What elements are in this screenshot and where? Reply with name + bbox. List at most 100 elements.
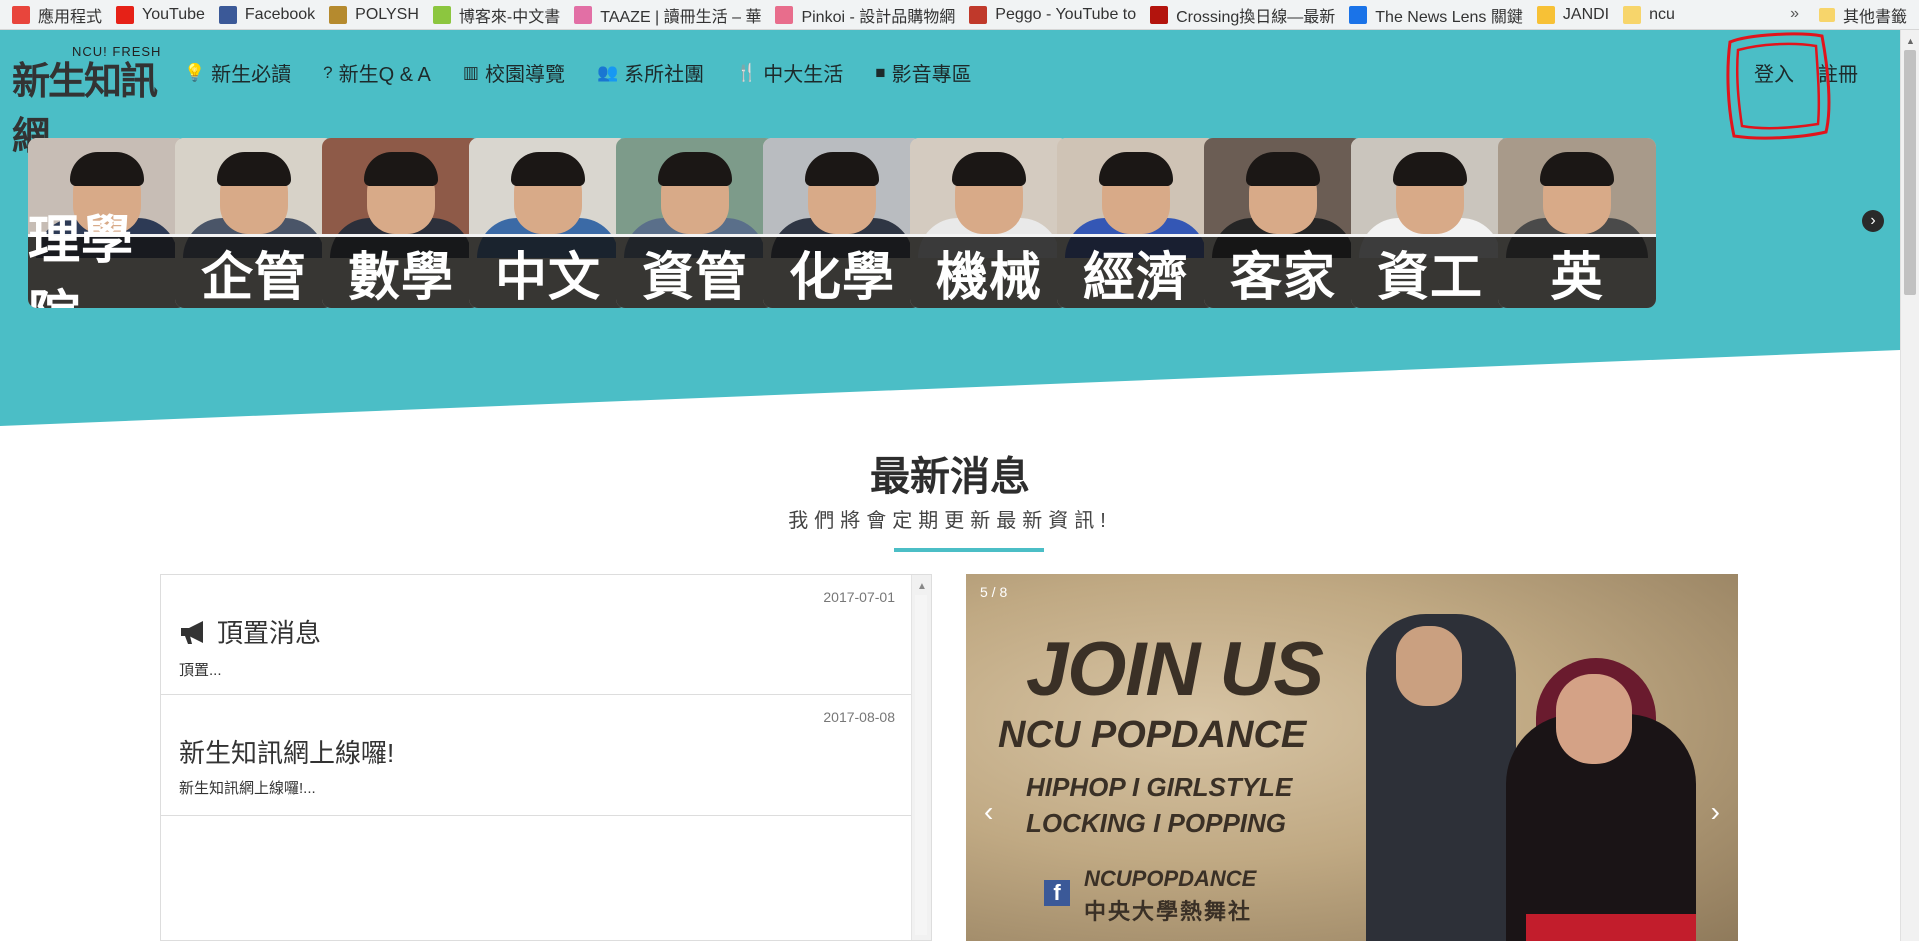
dancer-figure — [1526, 914, 1696, 941]
department-label: 資管 — [616, 234, 774, 308]
portrait-figure — [805, 152, 879, 186]
department-tile[interactable]: 客家 — [1204, 138, 1362, 308]
bookmark-label: 應用程式 — [38, 8, 103, 26]
site-logo[interactable]: 新生知訊網 NCU! FRESH — [12, 42, 162, 158]
news-lens-icon — [1349, 5, 1368, 24]
bookmark-label: TAAZE | 讀冊生活 – 華 — [600, 8, 762, 26]
portrait-figure — [1540, 152, 1614, 186]
lightbulb-icon: 💡 — [184, 62, 206, 82]
bookmark-item[interactable]: POLYSH — [329, 5, 419, 24]
bookmark-item[interactable]: YouTube — [116, 5, 205, 24]
poster-styles-2: LOCKING I POPPING — [1026, 808, 1287, 838]
department-label: 化學 — [763, 234, 921, 308]
department-label: 機械 — [910, 234, 1068, 308]
other-bookmarks-label: 其他書籤 — [1842, 9, 1907, 26]
poster-headline: JOIN US — [1026, 627, 1324, 712]
bookmark-item[interactable]: JANDI — [1536, 5, 1610, 24]
carousel-counter: 5 / 8 — [980, 584, 1008, 600]
department-tile[interactable]: 理學院 — [28, 138, 186, 308]
folder-icon — [1623, 5, 1642, 24]
bookmarks-overflow-button[interactable]: » — [1790, 5, 1799, 23]
scroll-up-arrow-icon[interactable]: ▲ — [1906, 36, 1915, 46]
facebook-icon — [218, 5, 237, 24]
dancer-figure — [1396, 626, 1462, 706]
video-camera-icon: ■ — [875, 62, 886, 82]
bookmark-item[interactable]: The News Lens 關鍵 — [1349, 3, 1523, 27]
department-tile[interactable]: 中文 — [469, 138, 627, 308]
question-icon: ? — [323, 62, 333, 82]
folder-icon — [1818, 8, 1835, 22]
portrait-figure — [658, 152, 732, 186]
bookmark-item[interactable]: TAAZE | 讀冊生活 – 華 — [574, 3, 761, 27]
scroll-up-arrow-icon[interactable]: ▲ — [917, 581, 927, 592]
department-photo — [763, 138, 921, 258]
department-photo — [1351, 138, 1509, 258]
nav-item[interactable]: 🍴 中大生活 — [736, 58, 843, 87]
cw-icon — [1150, 5, 1169, 24]
bookmark-item[interactable]: Peggo - YouTube to — [969, 5, 1137, 24]
department-photo — [1498, 138, 1656, 258]
department-label: 中文 — [469, 234, 627, 308]
news-excerpt: 頂置... — [179, 662, 222, 679]
bookmark-label: 博客來-中文書 — [458, 8, 561, 26]
department-photo — [322, 138, 480, 258]
department-tile[interactable]: 英 — [1498, 138, 1656, 308]
books-icon — [432, 5, 451, 24]
department-tile[interactable]: 資工 — [1351, 138, 1509, 308]
nav-item[interactable]: 👥 系所社團 — [597, 58, 704, 87]
facebook-icon: f — [1044, 880, 1070, 906]
bookmark-item[interactable]: Pinkoi - 設計品購物網 — [775, 3, 955, 27]
department-tile[interactable]: 機械 — [910, 138, 1068, 308]
nav-item-label: 新生必讀 — [211, 64, 292, 86]
nav-item-label: 系所社團 — [624, 64, 705, 86]
poster-styles-1: HIPHOP I GIRLSTYLE — [1026, 772, 1293, 802]
department-tile[interactable]: 數學 — [322, 138, 480, 308]
auth-links: 登入 註冊 — [1730, 58, 1858, 87]
carousel-prev-button[interactable]: ‹ — [984, 796, 993, 828]
news-title: 新生知訊網上線囉! — [179, 733, 394, 770]
bookmark-label: Peggo - YouTube to — [995, 5, 1137, 23]
nav-item[interactable]: 💡 新生必讀 — [184, 58, 291, 87]
nav-item[interactable]: ■ 影音專區 — [875, 58, 971, 87]
page-scroll-thumb[interactable] — [1904, 50, 1916, 295]
poster-fb-handle: NCUPOPDANCE — [1084, 866, 1257, 891]
department-tile[interactable]: 經濟 — [1057, 138, 1215, 308]
poster-club: NCU POPDANCE — [998, 714, 1307, 756]
news-title-text: 新生知訊網上線囉! — [179, 738, 395, 768]
bookmark-label: Facebook — [244, 5, 316, 23]
bookmark-item[interactable]: ncu — [1623, 5, 1675, 24]
logo-small-text: NCU! FRESH — [72, 44, 162, 59]
other-bookmarks-folder[interactable]: 其他書籤 — [1818, 0, 1907, 30]
bookmark-label: The News Lens 關鍵 — [1375, 8, 1523, 26]
polysh-icon — [329, 5, 348, 24]
department-tile[interactable]: 資管 — [616, 138, 774, 308]
bookmark-item[interactable]: Crossing換日線—最新 — [1150, 3, 1335, 27]
page-scrollbar[interactable]: ▲ — [1900, 30, 1919, 941]
bookmark-item[interactable]: Facebook — [218, 5, 316, 24]
news-title: 頂置消息 — [179, 613, 321, 650]
department-label: 理學院 — [28, 211, 186, 308]
bookmark-item[interactable]: 博客來-中文書 — [432, 3, 561, 27]
youtube-icon — [116, 5, 135, 24]
bookmark-label: Pinkoi - 設計品購物網 — [801, 8, 956, 26]
section-title: 最新消息 — [870, 454, 1030, 500]
bookmark-item[interactable]: 應用程式 — [12, 3, 102, 27]
nav-item[interactable]: ▥ 校園導覽 — [463, 58, 565, 87]
bookmark-label: JANDI — [1562, 5, 1610, 23]
news-scroll-thumb[interactable] — [915, 595, 927, 935]
news-item[interactable]: 2017-08-08 新生知訊網上線囉! 新生知訊網上線囉!... — [161, 695, 913, 816]
news-scrollbar[interactable]: ▲ — [911, 575, 931, 940]
cutlery-icon: 🍴 — [736, 62, 758, 82]
news-item[interactable]: 2017-07-01 頂置消息 頂置... — [161, 575, 913, 695]
login-link[interactable]: 登入 — [1754, 58, 1794, 87]
nav-item[interactable]: ? 新生Q & A — [323, 58, 431, 87]
carousel-next-button[interactable]: › — [1711, 796, 1720, 828]
department-label: 經濟 — [1057, 234, 1215, 308]
department-tile[interactable]: 化學 — [763, 138, 921, 308]
section-subtitle: 我們將會定期更新最新資訊! — [788, 510, 1112, 532]
portrait-figure — [1393, 152, 1467, 186]
register-link[interactable]: 註冊 — [1818, 58, 1858, 87]
tiles-next-button[interactable]: › — [1862, 210, 1884, 232]
department-tile[interactable]: 企管 — [175, 138, 333, 308]
music-note-icon — [969, 5, 988, 24]
